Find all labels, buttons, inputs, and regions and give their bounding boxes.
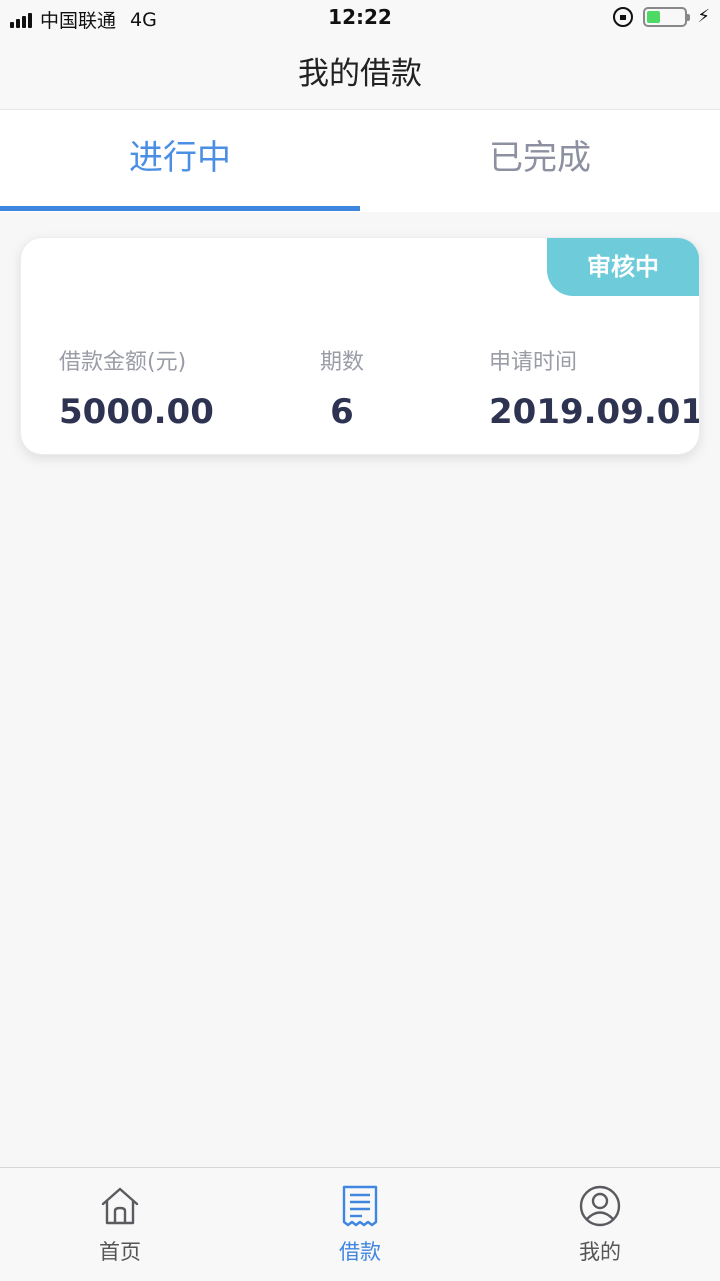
home-icon — [101, 1187, 139, 1225]
periods-value: 6 — [330, 392, 354, 432]
amount-value: 5000.00 — [59, 392, 214, 432]
bottom-tab-bar: 首页 借款 我的 — [0, 1167, 720, 1280]
date-value: 2019.09.01 — [489, 392, 700, 432]
active-tab-indicator — [0, 206, 360, 211]
status-right: ⚡ — [613, 6, 710, 27]
tab-in-progress[interactable]: 进行中 — [0, 110, 360, 212]
page-title: 我的借款 — [0, 38, 720, 110]
tab-completed[interactable]: 已完成 — [360, 110, 720, 212]
receipt-icon — [342, 1185, 378, 1227]
status-badge: 审核中 — [547, 238, 699, 296]
periods-column: 期数 6 — [299, 344, 385, 432]
rotation-lock-icon — [613, 6, 634, 27]
battery-level — [647, 10, 661, 23]
charging-bolt-icon: ⚡ — [697, 6, 710, 27]
user-icon — [579, 1185, 621, 1227]
battery-icon — [643, 6, 691, 27]
tabbar-label-mine: 我的 — [579, 1240, 621, 1264]
tabbar-item-mine[interactable]: 我的 — [480, 1168, 720, 1281]
amount-column: 借款金额(元) 5000.00 — [59, 344, 214, 432]
date-column: 申请时间 2019.09.01 — [489, 344, 700, 432]
loan-card[interactable]: 审核中 借款金额(元) 5000.00 期数 6 申请时间 2019.09.01 — [20, 237, 700, 455]
periods-label: 期数 — [319, 350, 364, 375]
tabbar-label-home: 首页 — [99, 1240, 141, 1264]
date-label: 申请时间 — [489, 350, 578, 375]
tabbar-label-loan: 借款 — [339, 1240, 381, 1264]
amount-label: 借款金额(元) — [59, 350, 187, 375]
status-bar: 中国联通 4G 12:22 ⚡ — [0, 0, 720, 38]
tabbar-item-loan[interactable]: 借款 — [240, 1168, 480, 1281]
tabbar-item-home[interactable]: 首页 — [0, 1168, 240, 1281]
status-time: 12:22 — [328, 5, 392, 29]
loan-tabs: 进行中 已完成 — [0, 110, 720, 212]
